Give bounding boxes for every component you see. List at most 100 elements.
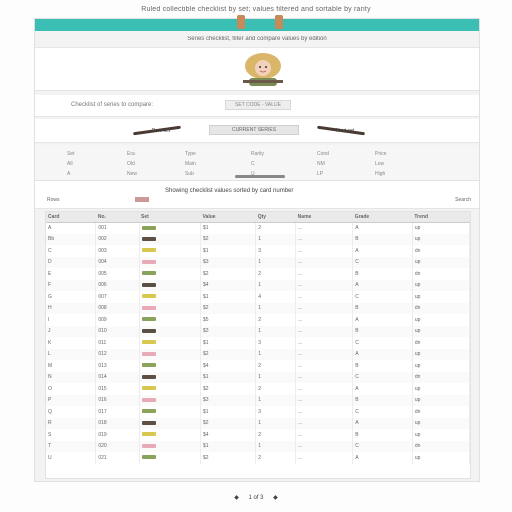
- table-row[interactable]: Bb 002 $2 1... Bup: [46, 233, 471, 245]
- table-cell: 019: [95, 429, 140, 441]
- filter-option[interactable]: C: [251, 159, 264, 169]
- table-cell: ...: [295, 291, 354, 303]
- tab-marker-left[interactable]: [237, 15, 245, 29]
- table-cell: 1: [255, 417, 297, 429]
- table-cell: $1: [200, 291, 257, 303]
- next-page-icon[interactable]: ◆: [273, 495, 278, 501]
- table-cell: C: [46, 245, 97, 257]
- color-swatch-icon: [141, 363, 156, 368]
- filter-option[interactable]: A: [67, 169, 75, 179]
- prev-page-icon[interactable]: ◆: [234, 495, 239, 501]
- table-row[interactable]: F 006 $4 1... Aup: [46, 279, 471, 291]
- search-input[interactable]: Search: [455, 197, 471, 203]
- column-header[interactable]: Value: [200, 212, 256, 223]
- filter-price[interactable]: Price Low High: [375, 149, 386, 179]
- table-cell: dn: [412, 302, 471, 314]
- filter-option[interactable]: Old: [127, 159, 137, 169]
- rows-per-page-select[interactable]: Rows: [47, 197, 60, 203]
- set-code-field[interactable]: SET CODE - VALUE: [225, 100, 291, 110]
- column-header[interactable]: Name: [295, 212, 353, 223]
- table-row[interactable]: O 015 $2 2... Aup: [46, 383, 471, 395]
- table-cell: $4: [200, 429, 257, 441]
- table-cell: K: [46, 337, 97, 349]
- column-header[interactable]: No.: [95, 212, 140, 223]
- table-header-row: Card No. Set Value Qty Name Grade Trend: [46, 212, 470, 223]
- filter-condition[interactable]: Cond NM LP: [317, 149, 329, 179]
- table-cell: [139, 452, 201, 464]
- filter-option[interactable]: All: [67, 159, 75, 169]
- color-swatch-icon: [141, 420, 156, 425]
- table-cell: $1: [200, 337, 257, 349]
- download-icon[interactable]: [135, 197, 149, 202]
- table-row[interactable]: L 012 $2 1... Aup: [46, 348, 471, 360]
- table-cell: F: [46, 279, 97, 291]
- column-header[interactable]: Trend: [412, 212, 470, 223]
- table-cell: 011: [95, 337, 140, 349]
- table-cell: up: [412, 417, 471, 429]
- prev-set-button[interactable]: Prev set: [131, 123, 191, 139]
- table-row[interactable]: P 016 $3 1... Bup: [46, 394, 471, 406]
- table-cell: A: [352, 348, 413, 360]
- table-row[interactable]: D 004 $3 1... Cup: [46, 256, 471, 268]
- tab-marker-right[interactable]: [275, 15, 283, 29]
- table-cell: [139, 291, 201, 303]
- table-row[interactable]: C 003 $1 3... Adn: [46, 245, 471, 257]
- table-cell: [139, 314, 201, 326]
- current-set-chip: CURRENT SERIES: [209, 125, 299, 135]
- table-cell: D: [46, 256, 97, 268]
- table-row[interactable]: I 009 $5 2... Aup: [46, 314, 471, 326]
- table-cell: 005: [95, 268, 140, 280]
- table-row[interactable]: A 001 $1 2... Aup: [46, 222, 471, 234]
- table-cell: [139, 245, 201, 257]
- table-row[interactable]: Q 017 $1 3... Cdn: [46, 406, 471, 418]
- filter-option[interactable]: Main: [185, 159, 196, 169]
- filter-option[interactable]: Sub: [185, 169, 196, 179]
- character-artwork-icon: [243, 53, 283, 86]
- table-row[interactable]: N 014 $1 1... Cdn: [46, 371, 471, 383]
- table-cell: ...: [295, 268, 354, 280]
- table-cell: ...: [295, 279, 354, 291]
- filter-label: Set: [67, 151, 75, 157]
- column-header[interactable]: Set: [139, 212, 201, 223]
- table-cell: 015: [95, 383, 140, 395]
- table-cell: 1: [255, 348, 297, 360]
- filter-option[interactable]: High: [375, 169, 386, 179]
- filter-option[interactable]: New: [127, 169, 137, 179]
- table-row[interactable]: H 008 $2 1... Bdn: [46, 302, 471, 314]
- table-cell: B: [352, 233, 413, 245]
- filter-era[interactable]: Era Old New: [127, 149, 137, 179]
- filter-set[interactable]: Set All A: [67, 149, 75, 179]
- color-swatch-icon: [141, 248, 156, 253]
- column-header[interactable]: Grade: [352, 212, 413, 223]
- table-cell: $1: [200, 440, 257, 452]
- filter-option[interactable]: Low: [375, 159, 386, 169]
- table-cell: A: [352, 222, 413, 234]
- table-cell: up: [412, 325, 471, 337]
- filter-type[interactable]: Type Main Sub: [185, 149, 196, 179]
- next-set-button[interactable]: Next set: [315, 123, 375, 139]
- table-cell: dn: [412, 371, 471, 383]
- table-cell: dn: [412, 245, 471, 257]
- filter-option[interactable]: NM: [317, 159, 329, 169]
- column-header[interactable]: Card: [46, 212, 96, 223]
- table-cell: 004: [95, 256, 140, 268]
- table-row[interactable]: J 010 $3 1... Bup: [46, 325, 471, 337]
- table-cell: A: [352, 452, 413, 464]
- table-cell: [139, 233, 201, 245]
- range-slider[interactable]: [235, 175, 285, 178]
- table-row[interactable]: E 005 $2 2... Bdn: [46, 268, 471, 280]
- table-row[interactable]: T 020 $1 1... Cdn: [46, 440, 471, 452]
- table-row[interactable]: M 013 $4 2... Bup: [46, 360, 471, 372]
- table-row[interactable]: S 019 $4 2... Bup: [46, 429, 471, 441]
- table-cell: $2: [200, 268, 257, 280]
- table-cell: C: [352, 371, 413, 383]
- table-row[interactable]: R 018 $2 1... Aup: [46, 417, 471, 429]
- table-row[interactable]: G 007 $1 4... Cup: [46, 291, 471, 303]
- table-cell: ...: [295, 256, 354, 268]
- table-cell: 1: [255, 394, 297, 406]
- table-row[interactable]: U 021 $2 2... Aup: [46, 452, 471, 464]
- table-cell: P: [46, 394, 97, 406]
- column-header[interactable]: Qty: [255, 212, 296, 223]
- filter-option[interactable]: LP: [317, 169, 329, 179]
- table-row[interactable]: K 011 $1 3... Cdn: [46, 337, 471, 349]
